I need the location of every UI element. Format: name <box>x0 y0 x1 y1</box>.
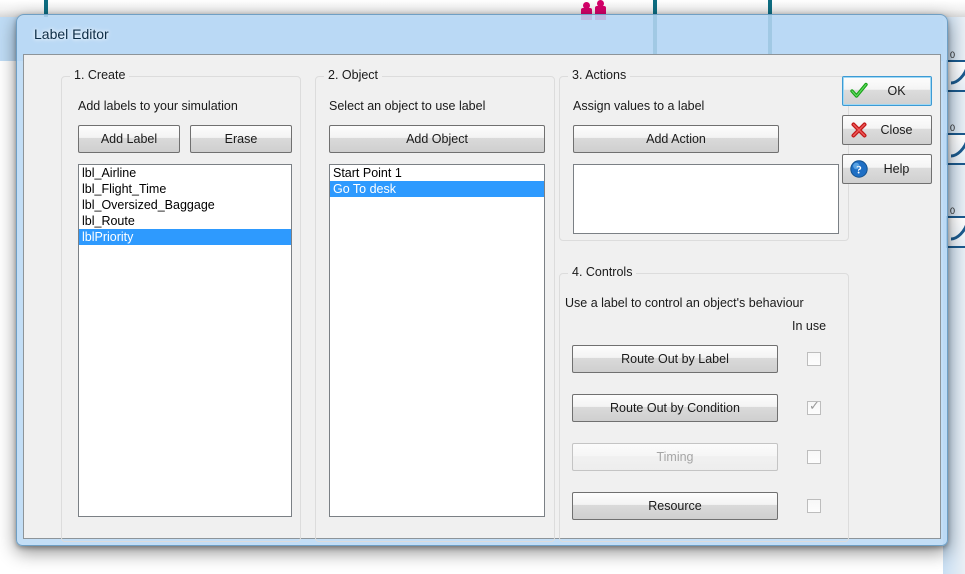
screen: 0 0 0 Label Editor 1. Create Add labels … <box>0 0 965 574</box>
group-actions-title: 3. Actions <box>568 68 631 82</box>
group-object-title: 2. Object <box>324 68 383 82</box>
label-list-item[interactable]: lbl_Flight_Time <box>79 181 291 197</box>
erase-button-text: Erase <box>224 132 258 146</box>
checkmark-icon: ✓ <box>809 399 820 414</box>
curve-glyph-icon <box>950 141 965 158</box>
group-actions: 3. Actions Assign values to a label Add … <box>559 68 849 241</box>
control-button-4[interactable]: Resource <box>572 492 778 520</box>
curve-glyph-icon <box>950 68 965 85</box>
blue-question-icon: ? <box>846 159 872 179</box>
dialog-client-area: 1. Create Add labels to your simulation … <box>23 54 941 542</box>
help-button[interactable]: ? Help <box>842 154 932 184</box>
labels-listbox[interactable]: lbl_Airline lbl_Flight_Time lbl_Oversized_… <box>78 164 292 517</box>
erase-button[interactable]: Erase <box>190 125 292 153</box>
group-create: 1. Create Add labels to your simulation … <box>61 68 301 542</box>
control-button-label: Route Out by Condition <box>610 401 740 415</box>
label-list-item[interactable]: lbl_Airline <box>79 165 291 181</box>
background-marker-value-2: 0 <box>950 123 956 133</box>
in-use-checkbox-1[interactable] <box>807 352 821 366</box>
object-description: Select an object to use label <box>329 99 486 113</box>
in-use-checkbox-3[interactable] <box>807 450 821 464</box>
red-x-icon <box>846 120 872 140</box>
dialog-title-bar[interactable]: Label Editor <box>22 20 942 54</box>
add-label-button-text: Add Label <box>100 132 158 146</box>
in-use-checkbox-4[interactable] <box>807 499 821 513</box>
create-description: Add labels to your simulation <box>78 99 238 113</box>
add-object-button-text: Add Object <box>406 132 468 146</box>
in-use-checkbox-2[interactable]: ✓ <box>807 399 821 415</box>
group-object: 2. Object Select an object to use label … <box>315 68 555 542</box>
background-curve-icon-1[interactable] <box>946 60 965 92</box>
actions-description: Assign values to a label <box>573 99 705 113</box>
label-list-item[interactable]: lbl_Oversized_Baggage <box>79 197 291 213</box>
object-list-item[interactable]: Go To desk <box>330 181 544 197</box>
curve-glyph-icon <box>950 224 965 241</box>
label-editor-dialog: Label Editor 1. Create Add labels to you… <box>16 14 948 546</box>
group-create-title: 1. Create <box>70 68 130 82</box>
ok-button[interactable]: OK <box>842 76 932 106</box>
label-list-item[interactable]: lbl_Route <box>79 213 291 229</box>
close-button-text: Close <box>880 123 913 137</box>
close-button[interactable]: Close <box>842 115 932 145</box>
object-list-item[interactable]: Start Point 1 <box>330 165 544 181</box>
group-controls: 4. Controls Use a label to control an ob… <box>559 265 849 542</box>
actions-listbox[interactable] <box>573 164 839 234</box>
control-button-label: Timing <box>656 450 694 464</box>
group-controls-title: 4. Controls <box>568 265 637 279</box>
add-action-button[interactable]: Add Action <box>573 125 779 153</box>
controls-description: Use a label to control an object's behav… <box>565 296 804 310</box>
control-button-3: Timing <box>572 443 778 471</box>
background-marker-value-1: 0 <box>950 50 956 60</box>
add-label-button[interactable]: Add Label <box>78 125 180 153</box>
dialog-title: Label Editor <box>34 26 109 42</box>
label-list-item[interactable]: lblPriority <box>79 229 291 245</box>
green-check-icon <box>846 81 872 101</box>
svg-text:?: ? <box>856 165 862 177</box>
control-button-label: Resource <box>648 499 702 513</box>
control-button-label: Route Out by Label <box>621 352 729 366</box>
background-curve-icon-3[interactable] <box>946 216 965 248</box>
add-object-button[interactable]: Add Object <box>329 125 545 153</box>
ok-button-text: OK <box>887 84 906 98</box>
add-action-button-text: Add Action <box>646 132 706 146</box>
control-button-1[interactable]: Route Out by Label <box>572 345 778 373</box>
control-button-2[interactable]: Route Out by Condition <box>572 394 778 422</box>
background-curve-icon-2[interactable] <box>946 133 965 165</box>
in-use-column-header: In use <box>792 319 827 333</box>
objects-listbox[interactable]: Start Point 1 Go To desk <box>329 164 545 517</box>
background-marker-value-3: 0 <box>950 206 956 216</box>
help-button-text: Help <box>883 162 910 176</box>
